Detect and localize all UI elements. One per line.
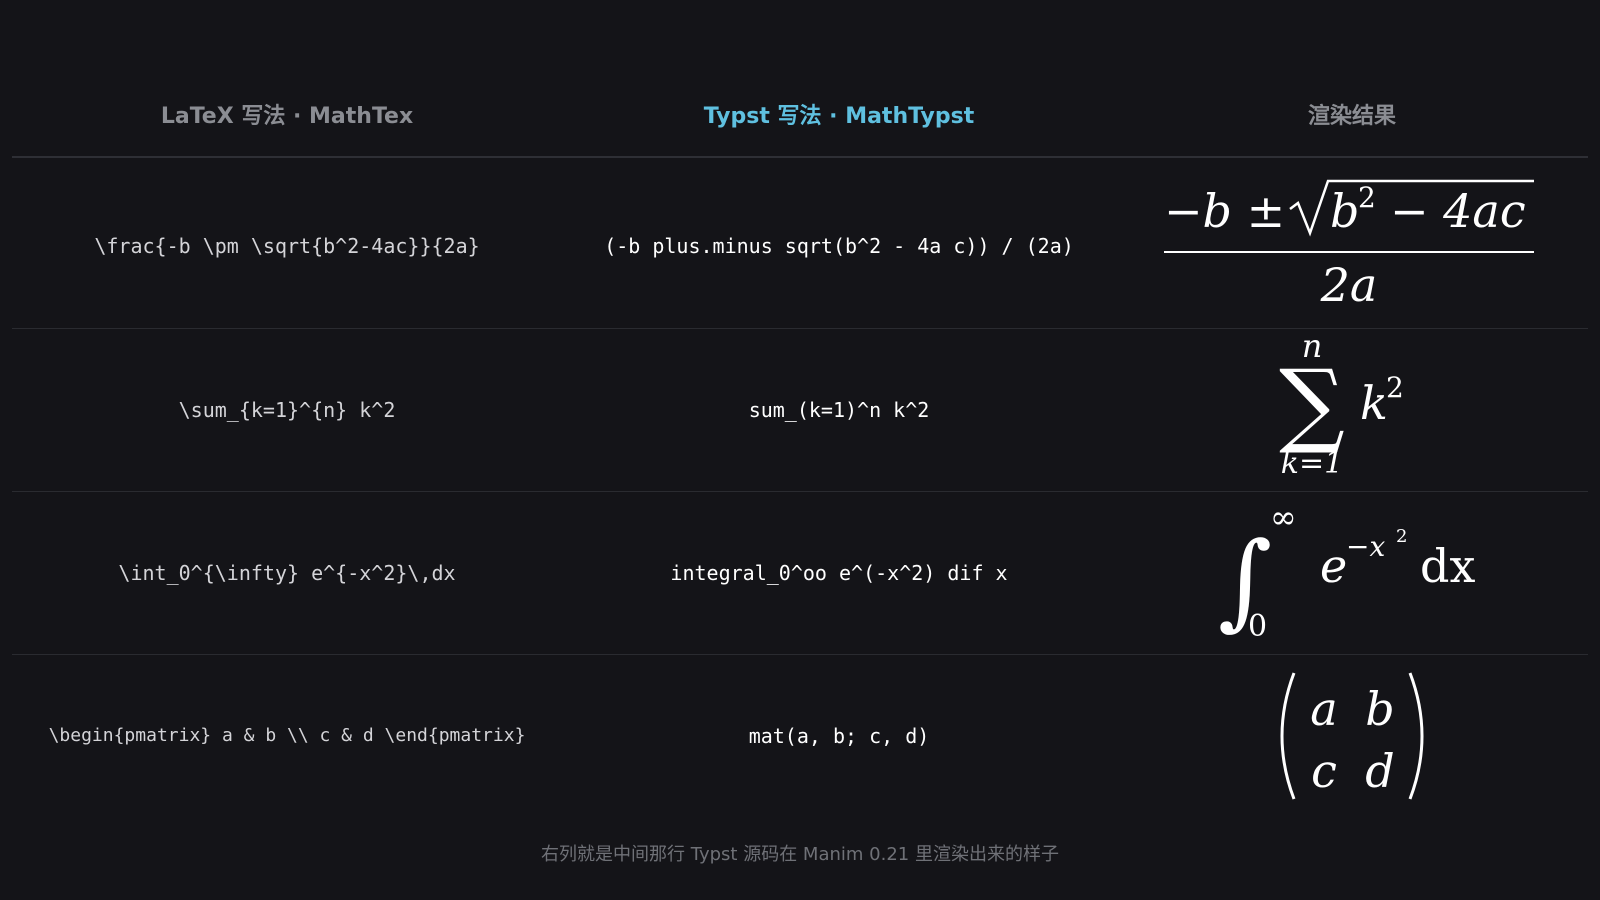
sum-term-base: k bbox=[1360, 376, 1388, 430]
matrix-right-paren bbox=[1408, 671, 1424, 800]
typst-cell: (-b plus.minus sqrt(b^2 - 4a c)) / (2a) bbox=[562, 164, 1116, 327]
matrix-formula: a b c d bbox=[1280, 671, 1424, 800]
denominator: 2a bbox=[1320, 258, 1378, 312]
quadratic-formula: −b ± b 2 − 4ac 2a bbox=[1164, 179, 1534, 312]
matrix-cell: b bbox=[1365, 682, 1394, 736]
table-row: \sum_{k=1}^{n} k^2 sum_(k=1)^n k^2 n ∑ k… bbox=[0, 327, 1600, 491]
typst-code: sum_(k=1)^n k^2 bbox=[748, 397, 930, 422]
matrix-cell: c bbox=[1311, 744, 1337, 798]
render-cell: a b c d bbox=[1116, 654, 1588, 817]
integral-lower-limit: 0 bbox=[1248, 609, 1267, 644]
table-row: \frac{-b \pm \sqrt{b^2-4ac}}{2a} (-b plu… bbox=[0, 164, 1600, 327]
header-divider bbox=[12, 156, 1588, 158]
footnote: 右列就是中间那行 Typst 源码在 Manim 0.21 里渲染出来的样子 bbox=[541, 844, 1059, 865]
render-cell: n ∑ k=1 k 2 bbox=[1116, 327, 1588, 491]
typst-cell: integral_0^oo e^(-x^2) dif x bbox=[562, 491, 1116, 654]
integral-upper-limit: ∞ bbox=[1270, 498, 1297, 536]
integral-formula: ∫ ∞ 0 e −x 2 dx bbox=[1218, 498, 1475, 644]
render-cell: ∫ ∞ 0 e −x 2 dx bbox=[1116, 491, 1588, 654]
table-header: LaTeX 写法 · MathTex Typst 写法 · MathTypst … bbox=[0, 92, 1600, 142]
radicand-rest: − 4ac bbox=[1390, 184, 1526, 238]
sum-term-exponent: 2 bbox=[1386, 371, 1404, 404]
typst-code: integral_0^oo e^(-x^2) dif x bbox=[670, 560, 1008, 585]
latex-cell: \begin{pmatrix} a & b \\ c & d \end{pmat… bbox=[12, 654, 562, 817]
matrix-left-paren bbox=[1280, 671, 1296, 800]
header-latex: LaTeX 写法 · MathTex bbox=[160, 104, 414, 129]
typst-code: mat(a, b; c, d) bbox=[748, 723, 930, 748]
sum-symbol: ∑ bbox=[1279, 350, 1345, 457]
latex-code: \int_0^{\infty} e^{-x^2}\,dx bbox=[118, 560, 456, 585]
latex-cell: \sum_{k=1}^{n} k^2 bbox=[12, 328, 562, 491]
integral-differential: dx bbox=[1420, 539, 1475, 593]
render-cell: −b ± b 2 − 4ac 2a bbox=[1116, 164, 1588, 327]
header-render: 渲染结果 bbox=[1307, 104, 1396, 129]
typst-cell: mat(a, b; c, d) bbox=[562, 654, 1116, 817]
typst-cell: sum_(k=1)^n k^2 bbox=[562, 328, 1116, 491]
radicand-exponent: 2 bbox=[1358, 181, 1376, 214]
summation-formula: n ∑ k=1 k 2 bbox=[1279, 327, 1404, 481]
header-typst: Typst 写法 · MathTypst bbox=[703, 104, 975, 129]
numerator-lead: −b ± bbox=[1164, 184, 1285, 238]
matrix-cell: a bbox=[1310, 682, 1337, 736]
latex-code: \begin{pmatrix} a & b \\ c & d \end{pmat… bbox=[48, 725, 526, 746]
table-row: \int_0^{\infty} e^{-x^2}\,dx integral_0^… bbox=[0, 491, 1600, 654]
matrix-cell: d bbox=[1365, 744, 1394, 798]
typst-code: (-b plus.minus sqrt(b^2 - 4a c)) / (2a) bbox=[604, 233, 1074, 258]
latex-cell: \int_0^{\infty} e^{-x^2}\,dx bbox=[12, 491, 562, 654]
radicand-base: b bbox=[1330, 184, 1359, 238]
integrand-exponent-power: 2 bbox=[1396, 526, 1407, 547]
integrand-exponent: −x bbox=[1346, 530, 1385, 563]
latex-cell: \frac{-b \pm \sqrt{b^2-4ac}}{2a} bbox=[12, 164, 562, 327]
integrand-base: e bbox=[1320, 539, 1347, 593]
table-row: \begin{pmatrix} a & b \\ c & d \end{pmat… bbox=[0, 654, 1600, 817]
sum-lower-limit: k=1 bbox=[1281, 446, 1343, 481]
latex-code: \frac{-b \pm \sqrt{b^2-4ac}}{2a} bbox=[94, 233, 480, 258]
latex-code: \sum_{k=1}^{n} k^2 bbox=[178, 397, 396, 422]
